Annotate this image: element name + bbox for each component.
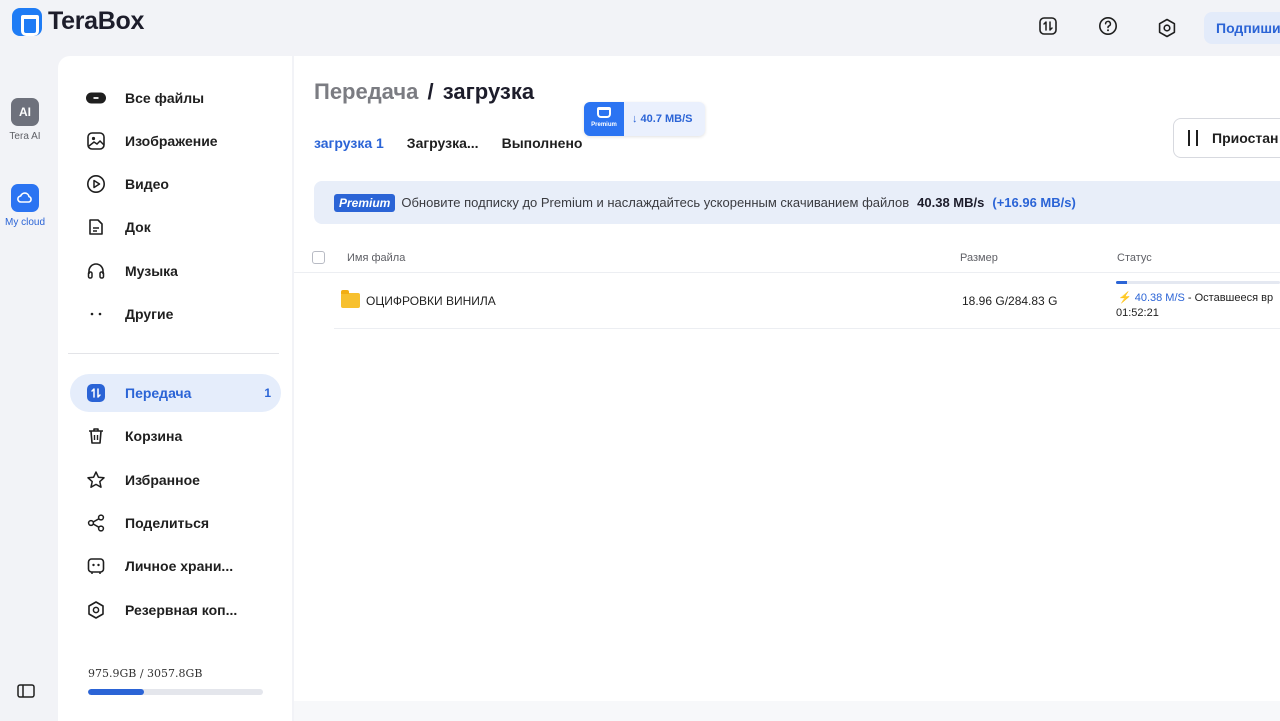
tab-completed[interactable]: Выполнено (502, 135, 583, 151)
star-icon (86, 470, 106, 490)
premium-upgrade-banner[interactable]: Premium Обновите подписку до Premium и н… (314, 181, 1280, 224)
all-files-icon (86, 88, 106, 108)
rail-item-label: Tera AI (9, 131, 41, 142)
sidebar-item-label: Видео (125, 176, 169, 192)
main-panel: Передача / загрузка Premium ↓ 40.7 MB/S … (294, 56, 1280, 721)
transfer-count-badge: 1 (264, 386, 271, 400)
sidebar-item-label: Корзина (125, 428, 183, 444)
pause-button-label: Приостан (1212, 130, 1279, 146)
banner-speed-boost: (+16.96 MB/s) (992, 195, 1076, 210)
breadcrumb-current: загрузка (442, 79, 535, 104)
sidebar-divider (68, 353, 279, 354)
tab-download[interactable]: загрузка 1 (314, 135, 384, 151)
sidebar-item-share[interactable]: Поделиться (70, 504, 281, 542)
file-size: 18.96 G/284.83 G (962, 294, 1058, 308)
banner-text: Обновите подписку до Premium и наслаждай… (401, 195, 910, 210)
sidebar: Все файлы Изображение Видео Док Музыка Д… (58, 56, 292, 721)
premium-badge: Premium (584, 102, 624, 136)
sidebar-item-trash[interactable]: Корзина (70, 417, 281, 455)
left-rail: AI Tera AI My cloud (0, 56, 58, 721)
sidebar-item-music[interactable]: Музыка (70, 252, 281, 290)
sidebar-item-favorites[interactable]: Избранное (70, 461, 281, 499)
premium-tag: Premium (334, 193, 396, 212)
subscribe-button[interactable]: Подпишит (1204, 12, 1280, 44)
download-progress-fill (1116, 281, 1127, 284)
settings-gear-icon[interactable] (1156, 17, 1178, 39)
document-icon (86, 217, 106, 237)
storage-usage-bar (88, 689, 263, 695)
share-icon (86, 513, 106, 533)
sidebar-item-all-files[interactable]: Все файлы (70, 79, 281, 117)
vault-icon (86, 556, 106, 576)
terabox-logo[interactable]: TeraBox (12, 7, 144, 36)
sidebar-item-docs[interactable]: Док (70, 208, 281, 246)
folder-icon (341, 290, 360, 308)
sidebar-item-label: Избранное (125, 472, 200, 488)
remaining-time: 01:52:21 (1116, 307, 1159, 319)
select-all-checkbox[interactable] (312, 251, 325, 264)
image-icon (86, 131, 106, 151)
file-name[interactable]: ОЦИФРОВКИ ВИНИЛА (366, 294, 496, 308)
download-speed: ↓ 40.7 MB/S (632, 113, 693, 125)
row-speed: 40.38 M/S (1134, 292, 1185, 304)
headphones-icon (86, 261, 106, 281)
sidebar-item-label: Передача (125, 385, 192, 401)
sidebar-item-personal-vault[interactable]: Личное храни... (70, 547, 281, 585)
sidebar-item-label: Другие (125, 306, 174, 322)
remaining-time-label: - Оставшееся вр (1184, 292, 1274, 304)
top-bar: TeraBox Подпишит (0, 0, 1280, 56)
sidebar-item-label: Поделиться (125, 515, 210, 531)
lightning-icon: ⚡ (1118, 292, 1132, 304)
sidebar-item-images[interactable]: Изображение (70, 122, 281, 160)
table-row[interactable]: ОЦИФРОВКИ ВИНИЛА 18.96 G/284.83 G ⚡ 40.38… (334, 273, 1280, 329)
sidebar-item-label: Музыка (125, 263, 178, 279)
more-dots-icon (86, 304, 106, 324)
column-header-name[interactable]: Имя файла (347, 252, 405, 264)
column-header-size[interactable]: Размер (960, 252, 998, 264)
download-progress-bar (1116, 281, 1280, 284)
sidebar-item-label: Все файлы (125, 90, 205, 106)
sidebar-item-backup[interactable]: Резервная коп... (70, 591, 281, 629)
trash-icon (86, 426, 106, 446)
premium-badge-label: Premium (591, 122, 617, 128)
sidebar-toggle-icon[interactable] (17, 684, 35, 703)
rail-item-my-cloud[interactable]: My cloud (0, 184, 50, 228)
transfer-icon (86, 383, 106, 403)
video-icon (86, 174, 106, 194)
cloud-icon (11, 184, 39, 212)
sidebar-item-label: Изображение (125, 133, 218, 149)
pause-icon (1188, 130, 1198, 146)
rail-item-tera-ai[interactable]: AI Tera AI (0, 98, 50, 142)
sidebar-item-label: Личное храни... (125, 558, 234, 574)
bottom-strip (294, 701, 1280, 721)
breadcrumb-separator: / (427, 79, 434, 104)
app-name: TeraBox (48, 7, 145, 35)
download-status: ⚡ 40.38 M/S - Оставшееся вр (1118, 291, 1273, 304)
sidebar-item-transfer[interactable]: Передача 1 (70, 374, 281, 412)
page-title: Передача / загрузка (314, 79, 534, 105)
storage-usage-fill (88, 689, 144, 695)
sidebar-item-label: Док (125, 219, 151, 235)
tab-uploading[interactable]: Загрузка... (407, 135, 479, 151)
terabox-mini-icon (597, 107, 611, 118)
transfer-icon[interactable] (1037, 15, 1059, 37)
transfer-tabs: загрузка 1 Загрузка... Выполнено (314, 135, 582, 151)
terabox-logo-icon (12, 7, 42, 36)
sidebar-item-other[interactable]: Другие (70, 295, 281, 333)
rail-item-label: My cloud (4, 217, 45, 228)
backup-icon (86, 600, 106, 620)
breadcrumb-parent[interactable]: Передача (314, 79, 418, 104)
help-icon[interactable] (1097, 15, 1119, 37)
premium-speed-chip[interactable]: Premium ↓ 40.7 MB/S (584, 102, 705, 136)
banner-current-speed: 40.38 MB/s (917, 195, 985, 210)
pause-all-button[interactable]: Приостан (1173, 118, 1280, 158)
table-header: Имя файла Размер Статус (294, 246, 1280, 273)
sidebar-item-video[interactable]: Видео (70, 165, 281, 203)
tera-ai-icon: AI (11, 98, 39, 126)
column-header-status: Статус (1117, 252, 1152, 264)
storage-usage-text: 975.9GB / 3057.8GB (88, 667, 203, 680)
sidebar-item-label: Резервная коп... (125, 602, 238, 618)
